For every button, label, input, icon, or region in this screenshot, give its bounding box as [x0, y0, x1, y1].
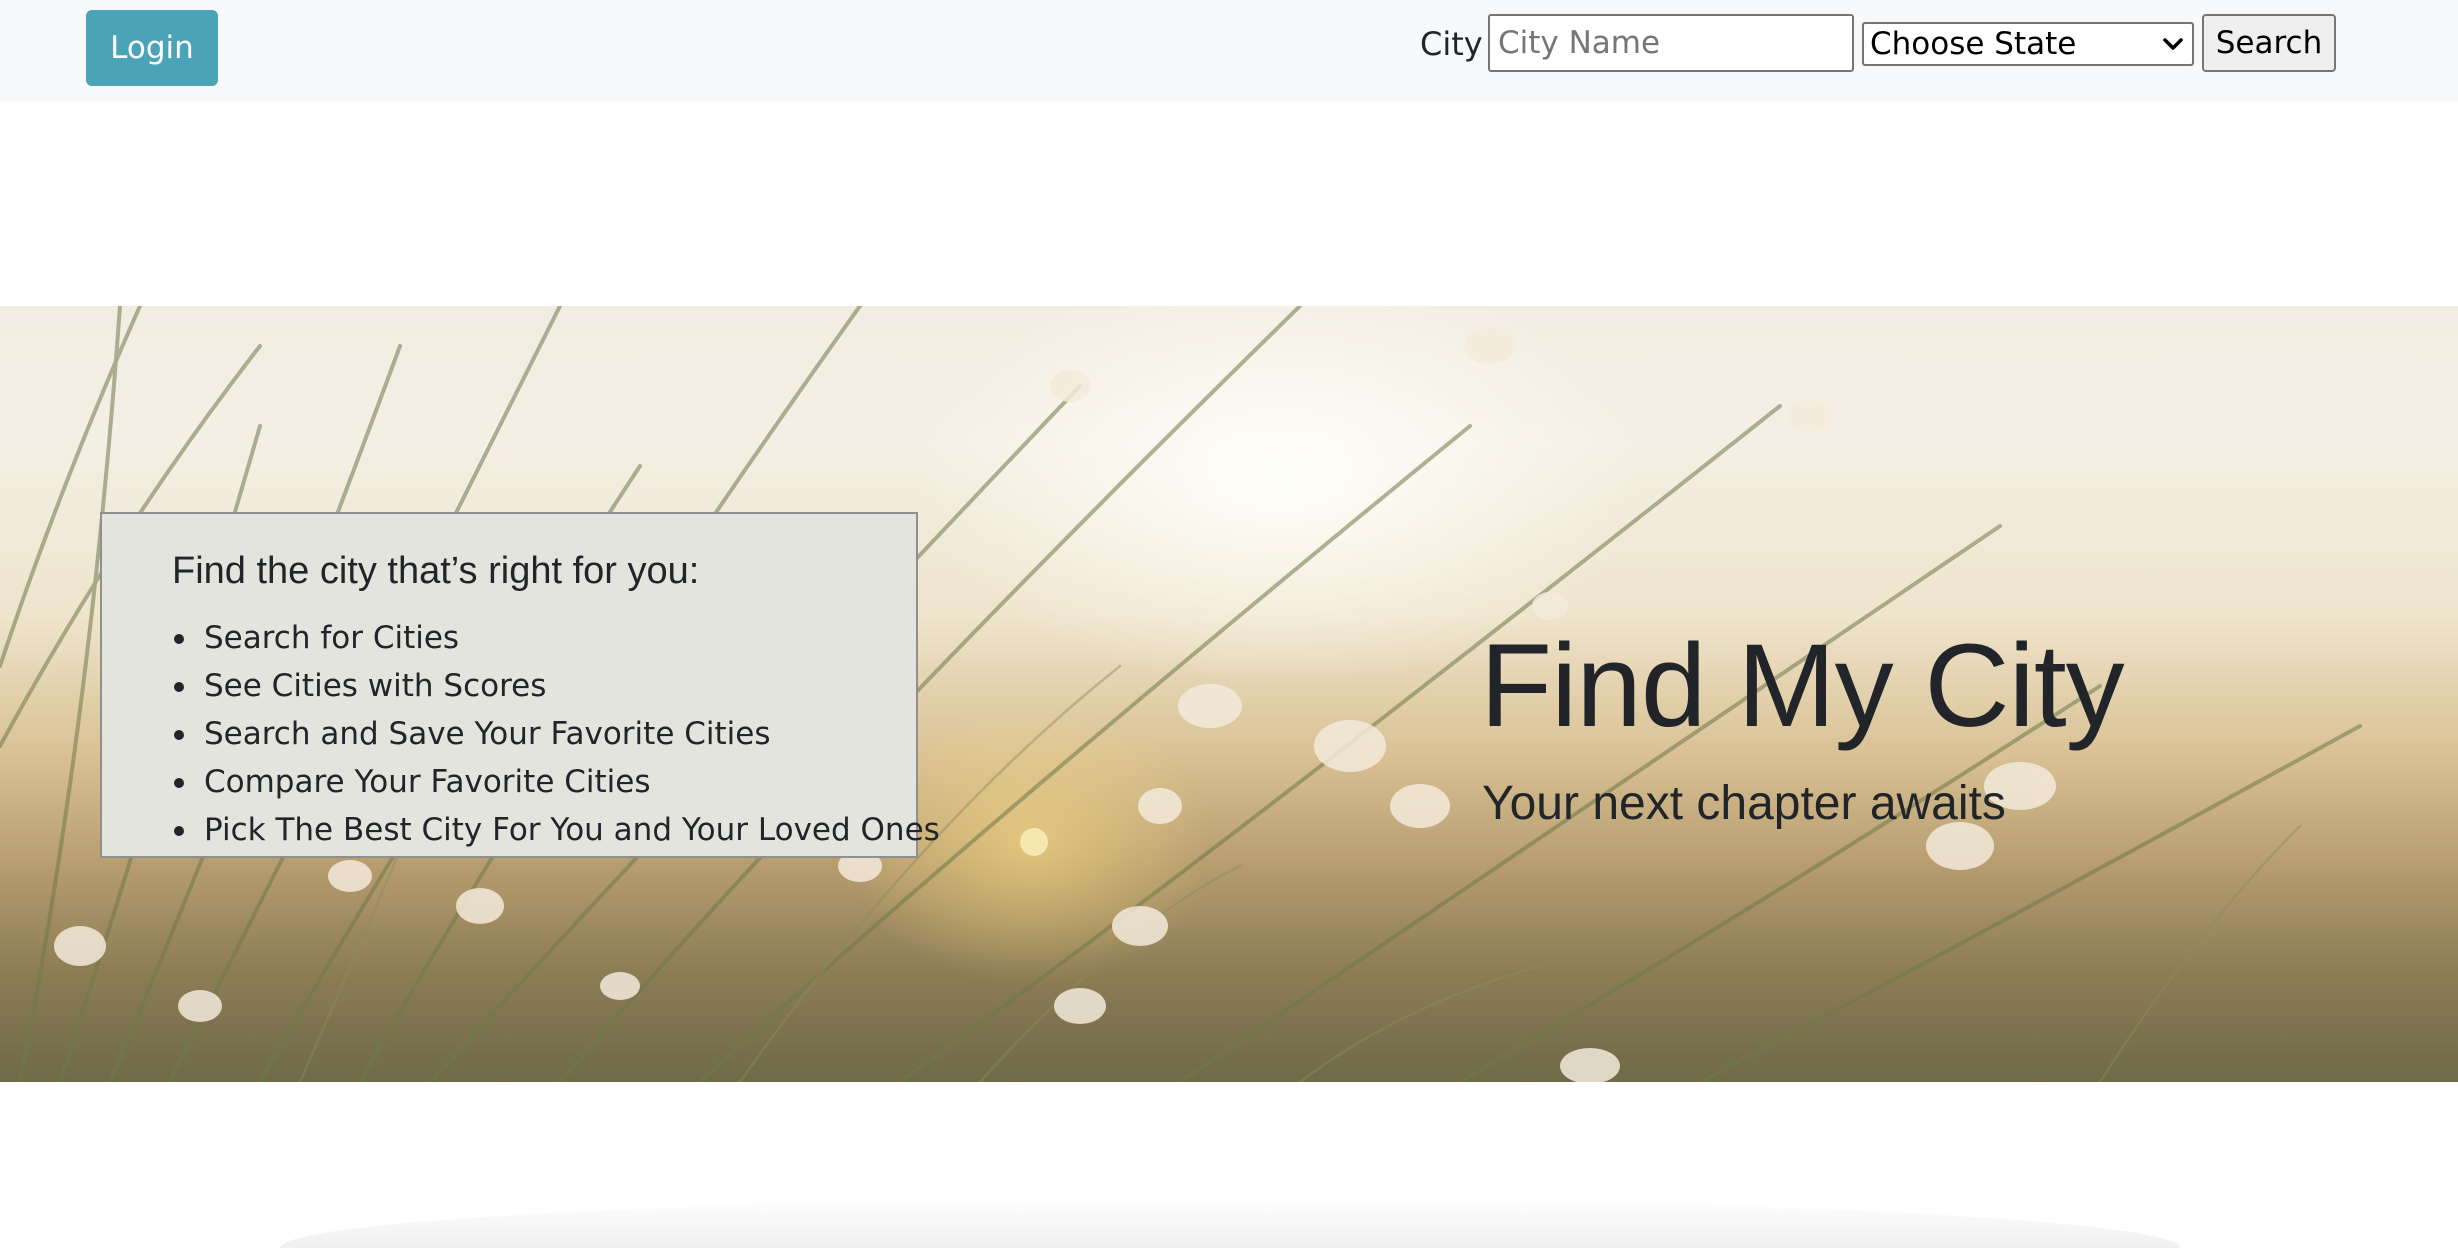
features-panel: Find the city that’s right for you: Sear… [100, 512, 940, 858]
feature-item: See Cities with Scores [170, 662, 940, 710]
feature-item: Compare Your Favorite Cities [170, 758, 940, 806]
feature-item: Pick The Best City For You and Your Love… [170, 806, 940, 854]
hero-banner: Find the city that’s right for you: Sear… [0, 306, 2458, 1082]
search-button[interactable]: Search [2202, 14, 2336, 72]
hero-title: Find My City [1480, 620, 2125, 752]
features-heading: Find the city that’s right for you: [172, 550, 700, 592]
state-select-value: Choose State [1870, 26, 2077, 62]
city-name-input[interactable] [1488, 14, 1854, 72]
footer-card-edge [280, 1198, 2180, 1248]
chevron-down-icon [2163, 38, 2183, 50]
top-navbar: Login City Choose State Search [0, 0, 2458, 102]
login-button[interactable]: Login [86, 10, 218, 86]
feature-item: Search and Save Your Favorite Cities [170, 710, 940, 758]
feature-item: Search for Cities [170, 614, 940, 662]
city-label: City [1420, 25, 1483, 63]
state-select[interactable]: Choose State [1862, 22, 2194, 66]
features-list: Search for Cities See Cities with Scores… [170, 614, 940, 854]
hero-subtitle: Your next chapter awaits [1482, 777, 2006, 830]
